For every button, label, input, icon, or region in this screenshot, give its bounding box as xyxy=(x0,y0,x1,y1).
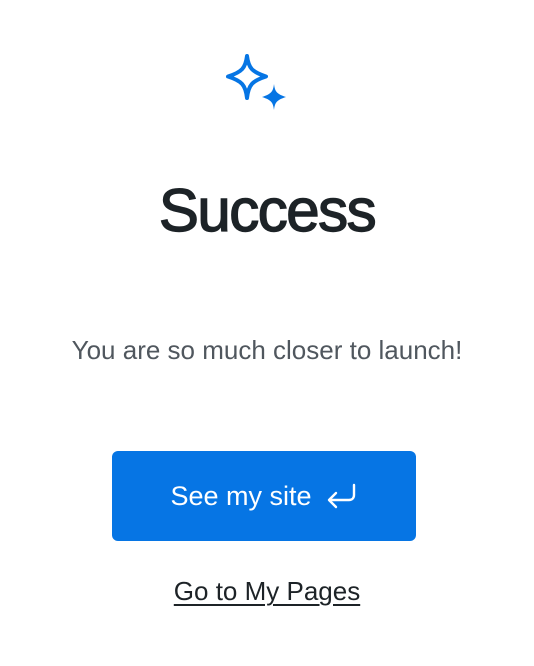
go-to-my-pages-link[interactable]: Go to My Pages xyxy=(174,576,360,606)
sparkles-icon xyxy=(226,54,286,110)
see-my-site-button[interactable]: See my site xyxy=(112,451,416,541)
page-title: Success xyxy=(158,176,377,244)
success-message: You are so much closer to launch! xyxy=(71,335,463,365)
enter-return-icon xyxy=(324,482,358,512)
see-my-site-label: See my site xyxy=(170,481,312,511)
